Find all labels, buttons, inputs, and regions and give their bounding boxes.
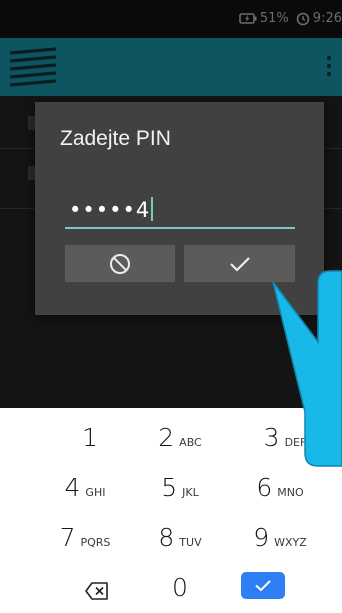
status-time: 9:26 — [312, 11, 342, 26]
key-3[interactable]: 3 DEF — [235, 423, 335, 463]
check-icon — [229, 256, 250, 272]
key-8[interactable]: 8 TUV — [125, 523, 235, 563]
app-bar — [0, 38, 342, 96]
backspace-icon[interactable] — [84, 581, 110, 601]
key-0[interactable]: 0 — [125, 573, 235, 613]
confirm-button[interactable] — [184, 245, 295, 282]
alarm-clock-icon — [296, 12, 310, 25]
pin-value: •••••4 — [69, 198, 151, 222]
dialog-title: Zadejte PIN — [60, 127, 171, 150]
battery-charging-icon — [239, 13, 257, 24]
key-5[interactable]: 5 JKL — [125, 473, 235, 513]
overflow-menu-icon[interactable] — [326, 56, 332, 78]
check-icon — [255, 580, 271, 592]
status-icons: 51% 9:26 — [239, 11, 342, 26]
block-icon — [110, 253, 130, 274]
keyboard-done-button[interactable] — [241, 572, 285, 599]
status-bar: 51% 9:26 — [0, 0, 342, 38]
key-2[interactable]: 2 ABC — [125, 423, 235, 463]
numeric-keyboard: 1 2 ABC 3 DEF 4 GHI 5 JKL 6 MNO 7 PQRS 8 TUV 9W… — [0, 408, 342, 608]
striped-logo-icon — [10, 47, 56, 87]
key-6[interactable]: 6 MNO — [225, 473, 335, 513]
text-caret — [151, 197, 154, 221]
key-7[interactable]: 7 PQRS — [30, 523, 140, 563]
pin-input[interactable]: •••••4 — [65, 197, 295, 229]
key-4[interactable]: 4 GHI — [30, 473, 140, 513]
cancel-button[interactable] — [65, 245, 175, 282]
pin-dialog: Zadejte PIN •••••4 — [35, 102, 324, 315]
key-9[interactable]: 9 WXYZ — [225, 523, 335, 563]
battery-percent: 51% — [259, 11, 289, 26]
